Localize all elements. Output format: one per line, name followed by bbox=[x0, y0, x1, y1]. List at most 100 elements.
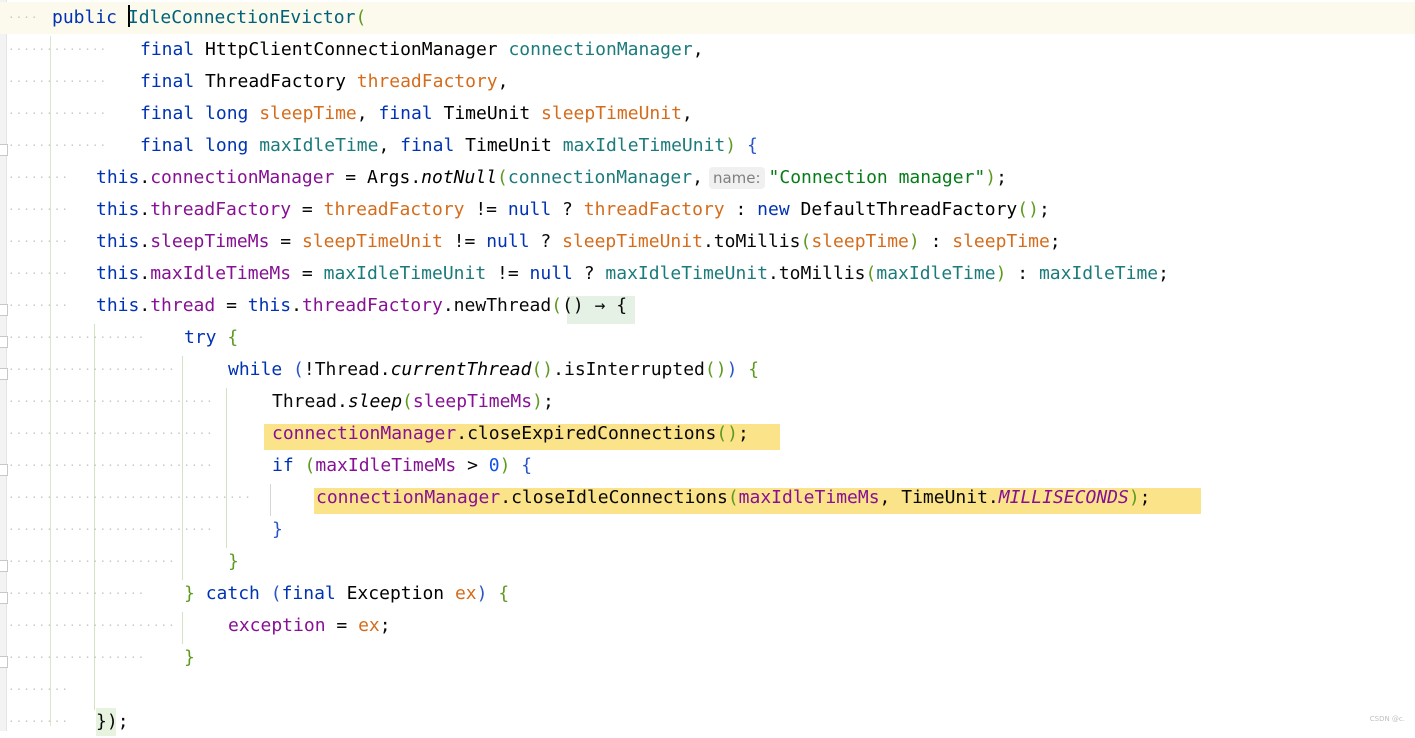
code-line[interactable]: ············· final long maxIdleTime, fin… bbox=[0, 130, 1415, 162]
fold-marker-icon[interactable] bbox=[0, 336, 8, 348]
code-line[interactable]: ··························· if (maxIdleTi… bbox=[0, 450, 1415, 482]
code-line[interactable]: ········}); bbox=[0, 706, 1415, 738]
code-token: != bbox=[486, 263, 530, 284]
code-text: if (maxIdleTimeMs > 0) { bbox=[272, 450, 532, 482]
code-token: threadFactory bbox=[323, 199, 465, 220]
whitespace-dots: ·················· bbox=[8, 587, 146, 600]
whitespace-dots: ········ bbox=[8, 715, 69, 728]
code-token: this bbox=[96, 167, 140, 188]
code-line[interactable]: ········ bbox=[0, 674, 1415, 706]
code-line[interactable]: ···························} bbox=[0, 514, 1415, 546]
code-line[interactable]: ··················} bbox=[0, 642, 1415, 674]
whitespace-dots: ············· bbox=[8, 75, 108, 88]
code-token: threadFactory bbox=[583, 199, 725, 220]
code-token: HttpClientConnectionManager bbox=[205, 39, 509, 60]
fold-marker-icon[interactable] bbox=[0, 560, 8, 572]
code-token: = bbox=[291, 263, 324, 284]
fold-marker-icon[interactable] bbox=[0, 656, 8, 668]
code-token: this bbox=[96, 199, 140, 220]
code-editor[interactable]: ···· public IdleConnectionEvictor(·······… bbox=[0, 0, 1415, 736]
fold-marker-icon[interactable] bbox=[0, 464, 8, 476]
code-token: = bbox=[291, 199, 324, 220]
code-line[interactable]: ···· public IdleConnectionEvictor( bbox=[0, 2, 1415, 34]
code-token: ; bbox=[542, 391, 554, 412]
code-token: maxIdleTimeMs bbox=[315, 455, 457, 476]
code-token: , bbox=[692, 39, 704, 60]
code-token: DefaultThreadFactory bbox=[800, 199, 1018, 220]
code-token: : bbox=[919, 231, 953, 252]
code-token: ; bbox=[1158, 263, 1169, 284]
code-token: ) bbox=[726, 359, 749, 380]
code-text: this.connectionManager = Args.notNull(co… bbox=[96, 162, 1007, 194]
code-token: ex bbox=[454, 583, 477, 604]
whitespace-dots: ········ bbox=[8, 235, 69, 248]
code-token: ) bbox=[1128, 487, 1140, 508]
code-token: catch bbox=[205, 583, 271, 604]
code-line[interactable]: ·················· } catch (final Excepti… bbox=[0, 578, 1415, 610]
code-token: sleepTime bbox=[259, 103, 357, 124]
code-line[interactable]: ········ this.thread = this.threadFactory… bbox=[0, 290, 1415, 322]
code-token: ) bbox=[995, 263, 1007, 284]
code-line[interactable]: ································ connecti… bbox=[0, 482, 1415, 514]
code-text: this.sleepTimeMs = sleepTimeUnit != null… bbox=[96, 226, 1061, 258]
fold-marker-icon[interactable] bbox=[0, 368, 8, 380]
code-line[interactable]: ········ this.sleepTimeMs = sleepTimeUnit… bbox=[0, 226, 1415, 258]
code-token: ( bbox=[865, 263, 877, 284]
code-token: threadFactory bbox=[356, 71, 498, 92]
code-token: , bbox=[681, 103, 693, 124]
fold-marker-icon[interactable] bbox=[0, 304, 8, 316]
code-token: ( bbox=[355, 7, 367, 28]
code-line[interactable]: ············· final long sleepTime, final… bbox=[0, 98, 1415, 130]
code-token: ; bbox=[1049, 231, 1061, 252]
code-token: } bbox=[272, 519, 283, 540]
code-text: } bbox=[228, 546, 239, 578]
code-token: currentThread bbox=[390, 359, 532, 380]
code-text: } catch (final Exception ex) { bbox=[184, 578, 509, 610]
code-line[interactable]: ············· final HttpClientConnectionM… bbox=[0, 34, 1415, 66]
code-token: () bbox=[1017, 199, 1039, 220]
code-token: ; bbox=[117, 711, 129, 732]
code-line[interactable]: ············· final ThreadFactory threadF… bbox=[0, 66, 1415, 98]
code-line[interactable]: ·················· try { bbox=[0, 322, 1415, 354]
code-token: exception bbox=[228, 615, 326, 636]
code-token: .toMillis bbox=[702, 231, 801, 252]
code-token: ; bbox=[738, 423, 749, 444]
code-token: if bbox=[272, 455, 305, 476]
code-token: } bbox=[184, 583, 206, 604]
code-text: }); bbox=[96, 706, 129, 738]
code-token: ( bbox=[304, 455, 316, 476]
code-token: { bbox=[227, 327, 239, 348]
code-line[interactable]: ······················} bbox=[0, 546, 1415, 578]
code-token: Args bbox=[366, 167, 411, 188]
code-token: ( bbox=[402, 391, 413, 412]
code-token: ( bbox=[293, 359, 304, 380]
code-token: this bbox=[96, 295, 140, 316]
code-token: ? bbox=[529, 231, 563, 252]
whitespace-dots: ········ bbox=[8, 203, 69, 216]
code-token: , bbox=[692, 167, 703, 188]
code-line[interactable]: ······················ exception = ex; bbox=[0, 610, 1415, 642]
whitespace-dots: ·················· bbox=[8, 651, 146, 664]
code-line[interactable]: ········ this.maxIdleTimeMs = maxIdleTime… bbox=[0, 258, 1415, 290]
code-token: maxIdleTime bbox=[1038, 263, 1159, 284]
code-token: maxIdleTimeUnit bbox=[605, 263, 768, 284]
code-token: ex bbox=[358, 615, 380, 636]
code-line[interactable]: ········ this.threadFactory = threadFacto… bbox=[0, 194, 1415, 226]
code-token: , bbox=[378, 135, 401, 156]
code-token: maxIdleTime bbox=[876, 263, 996, 284]
code-line[interactable]: ··························· connectionMan… bbox=[0, 418, 1415, 450]
code-line[interactable]: ··························· Thread.sleep(… bbox=[0, 386, 1415, 418]
code-line[interactable]: ······················ while (!Thread.cur… bbox=[0, 354, 1415, 386]
whitespace-dots: ··························· bbox=[8, 459, 214, 472]
code-line[interactable]: ········ this.connectionManager = Args.no… bbox=[0, 162, 1415, 194]
code-text: while (!Thread.currentThread().isInterru… bbox=[228, 354, 759, 386]
code-token: null bbox=[486, 231, 530, 252]
code-token: try bbox=[184, 327, 228, 348]
code-token: () bbox=[716, 423, 739, 444]
code-token: .closeIdleConnections bbox=[500, 487, 728, 508]
whitespace-dots: ········ bbox=[8, 299, 69, 312]
fold-marker-icon[interactable] bbox=[0, 144, 8, 156]
fold-marker-icon[interactable] bbox=[0, 592, 8, 604]
code-token: final bbox=[140, 103, 206, 124]
code-token: final bbox=[140, 135, 206, 156]
